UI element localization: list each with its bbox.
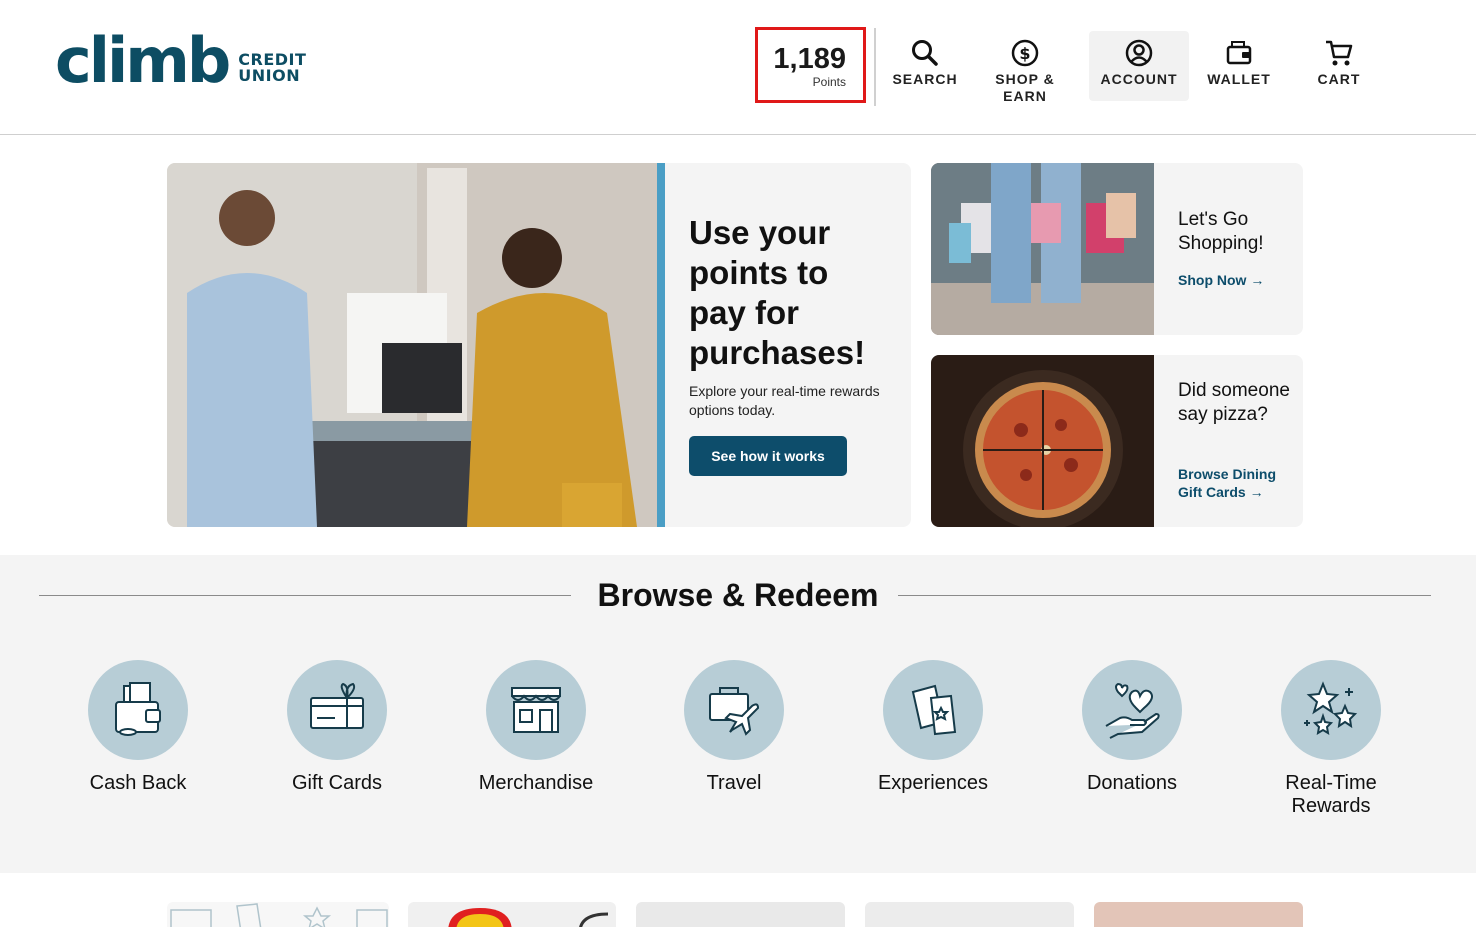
travel-icon (684, 660, 784, 760)
nav-account[interactable]: ACCOUNT (1089, 31, 1189, 101)
dollar-circle-icon: $ (1011, 39, 1039, 67)
nav-cart-label: CART (1317, 71, 1361, 87)
points-balance[interactable]: 1,189 Points (755, 27, 866, 103)
category-merchandise-label: Merchandise (478, 772, 594, 794)
logo-word: climb (55, 24, 231, 97)
category-travel[interactable]: Travel (654, 660, 814, 795)
hero-accent-bar (657, 163, 665, 527)
category-experiences[interactable]: Experiences (853, 660, 1013, 795)
wallet-icon (1226, 41, 1252, 65)
category-cash-back-label: Cash Back (89, 772, 187, 794)
peek-card-3[interactable] (636, 902, 845, 927)
peek-card-4[interactable] (865, 902, 1074, 927)
search-icon (912, 40, 938, 66)
peek-card-1[interactable] (167, 902, 389, 927)
category-donations[interactable]: Donations (1052, 660, 1212, 795)
category-gift-cards-label: Gift Cards (291, 772, 383, 794)
points-label: Points (812, 75, 846, 89)
rewards-pattern-image (170, 903, 388, 927)
site-header: climb CREDIT UNION 1,189 Points SEARCH $… (0, 0, 1476, 135)
shop-now-link[interactable]: Shop Now → (1178, 271, 1298, 289)
cart-icon (1326, 40, 1353, 66)
category-real-time-rewards-label: Real-Time Rewards (1251, 772, 1411, 818)
category-donations-label: Donations (1086, 772, 1178, 794)
nav-shop-earn-label: SHOP & EARN (975, 71, 1075, 105)
nav-search[interactable]: SEARCH (875, 31, 975, 101)
promo-card-shopping[interactable]: Let's Go Shopping! Shop Now → (931, 163, 1303, 335)
svg-text:$: $ (1019, 44, 1030, 63)
shell-logo-image (448, 908, 609, 927)
peek-card-2[interactable] (408, 902, 616, 927)
pizza-photo (931, 355, 1154, 527)
nav-shop-earn-line1: SHOP & (995, 71, 1055, 87)
logo-subtitle: CREDIT UNION (238, 52, 306, 84)
store-icon (486, 660, 586, 760)
nav-shop-earn-line2: EARN (1003, 88, 1047, 104)
category-merchandise[interactable]: Merchandise (456, 660, 616, 795)
category-real-time-rewards[interactable]: Real-Time Rewards (1251, 660, 1411, 818)
real-time-rewards-line2: Rewards (1291, 795, 1371, 817)
user-circle-icon (1125, 39, 1153, 67)
browse-title: Browse & Redeem (597, 577, 879, 613)
category-experiences-label: Experiences (877, 772, 989, 794)
donation-hearts-icon (1082, 660, 1182, 760)
shopping-bags-photo (931, 163, 1154, 335)
stars-icon (1281, 660, 1381, 760)
see-how-it-works-button[interactable]: See how it works (689, 436, 847, 476)
peek-card-5[interactable] (1094, 902, 1303, 927)
category-cash-back[interactable]: Cash Back (58, 660, 218, 795)
browse-redeem-section: Browse & Redeem Cash Back Gift Cards Mer… (0, 555, 1476, 873)
logo-sub-line2: UNION (238, 66, 301, 85)
nav-wallet[interactable]: WALLET (1189, 31, 1289, 101)
nav-shop-earn[interactable]: $ SHOP & EARN (975, 31, 1075, 104)
points-value: 1,189 (773, 43, 846, 75)
nav-cart[interactable]: CART (1289, 31, 1389, 101)
hero-title: Use your points to pay for purchases! (689, 214, 866, 371)
hero-banner[interactable]: Use your points to pay for purchases! Ex… (167, 163, 911, 527)
category-gift-cards[interactable]: Gift Cards (257, 660, 417, 795)
real-time-rewards-line1: Real-Time (1285, 772, 1377, 794)
hero-subtitle: Explore your real-time rewards options t… (689, 383, 880, 418)
climb-logo[interactable]: climb CREDIT UNION (55, 30, 306, 92)
promo-card-pizza[interactable]: Did someone say pizza? Browse Dining Gif… (931, 355, 1303, 527)
nav-search-label: SEARCH (892, 71, 958, 87)
promo-shopping-title: Let's Go Shopping! (1178, 209, 1264, 254)
nav-account-label: ACCOUNT (1100, 71, 1178, 87)
cash-back-icon (88, 660, 188, 760)
browse-dining-link[interactable]: Browse Dining Gift Cards → (1178, 465, 1298, 501)
tickets-icon (883, 660, 983, 760)
hero-checkout-photo (167, 163, 665, 527)
nav-wallet-label: WALLET (1207, 71, 1271, 87)
promo-pizza-title: Did someone say pizza? (1178, 380, 1290, 425)
gift-card-icon (287, 660, 387, 760)
category-travel-label: Travel (706, 772, 762, 794)
